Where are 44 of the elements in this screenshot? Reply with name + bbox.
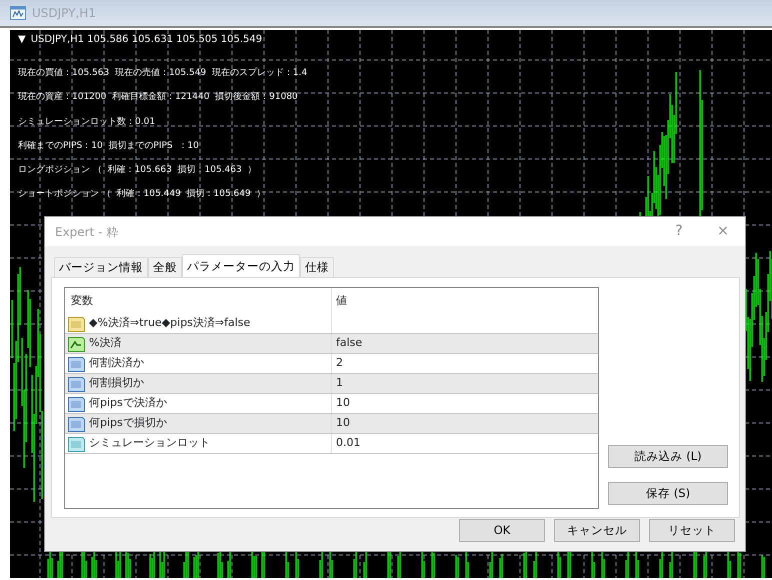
- info-line: シミュレーションロット数：0.01: [18, 116, 156, 127]
- tab[interactable]: 仕様: [300, 257, 334, 277]
- parameter-name: 何割決済か: [89, 355, 144, 372]
- integer-type-icon: [68, 416, 85, 432]
- collapse-icon[interactable]: ▼: [18, 32, 26, 47]
- column-header: 値: [335, 292, 347, 309]
- tab[interactable]: パラメーターの入力: [182, 254, 300, 277]
- integer-type-icon: [68, 356, 85, 372]
- help-button[interactable]: ?: [657, 221, 701, 242]
- column-header: 変数: [71, 292, 93, 309]
- parameter-value[interactable]: 10: [332, 395, 350, 412]
- info-line: 現在の買値：105.563 現在の売値：105.549 現在のスプレッド：1.4: [18, 68, 308, 78]
- parameter-value[interactable]: 2: [332, 355, 343, 372]
- integer-type-icon: [68, 396, 85, 412]
- chart-window-icon: [10, 6, 26, 20]
- tab[interactable]: バージョン情報: [54, 257, 148, 277]
- close-button[interactable]: ×: [701, 221, 745, 242]
- info-line: ショートポジション （ 利確：105.449 損切：105.649 ）: [18, 189, 266, 200]
- parameter-value[interactable]: 10: [332, 415, 350, 432]
- parameter-name: 何割損切か: [89, 375, 144, 392]
- parameter-name: %決済: [89, 335, 122, 352]
- save-button[interactable]: 保存 (S): [608, 482, 728, 505]
- decimal-type-icon: [68, 436, 85, 452]
- parameter-value[interactable]: 1: [332, 375, 343, 392]
- parameter-value[interactable]: 0.01: [332, 435, 360, 452]
- dialog-button[interactable]: キャンセル: [554, 519, 640, 542]
- dialog-button[interactable]: OK: [459, 519, 545, 542]
- chart-header: USDJPY,H1 105.586 105.631 105.505 105.549: [30, 33, 262, 47]
- load-button[interactable]: 読み込み (L): [608, 445, 728, 468]
- integer-type-icon: [68, 376, 85, 392]
- info-line: 現在の資産：101200 利確目標金額：121440 損切後金額：91080: [18, 92, 298, 102]
- info-line: ロングポジション （ 利確：105.663 損切：105.463 ）: [18, 165, 256, 176]
- boolean-type-icon: [68, 336, 85, 352]
- dialog-title: Expert - 粋: [55, 224, 118, 240]
- parameter-name: 何pipsで損切か: [89, 415, 167, 432]
- string-type-icon: [68, 316, 85, 332]
- parameter-name: ◆%決済⇒true◆pips決済⇒false: [89, 315, 250, 332]
- parameter-value[interactable]: false: [332, 335, 362, 352]
- parameter-name: 何pipsで決済か: [89, 395, 167, 412]
- dialog-button[interactable]: リセット: [649, 519, 735, 542]
- parameter-name: シミュレーションロット: [89, 435, 210, 452]
- window-title: USDJPY,H1: [32, 5, 96, 22]
- info-line: 利確までのPIPS：10 損切までのPIPS ：10: [18, 140, 199, 151]
- tab[interactable]: 全般: [148, 257, 182, 277]
